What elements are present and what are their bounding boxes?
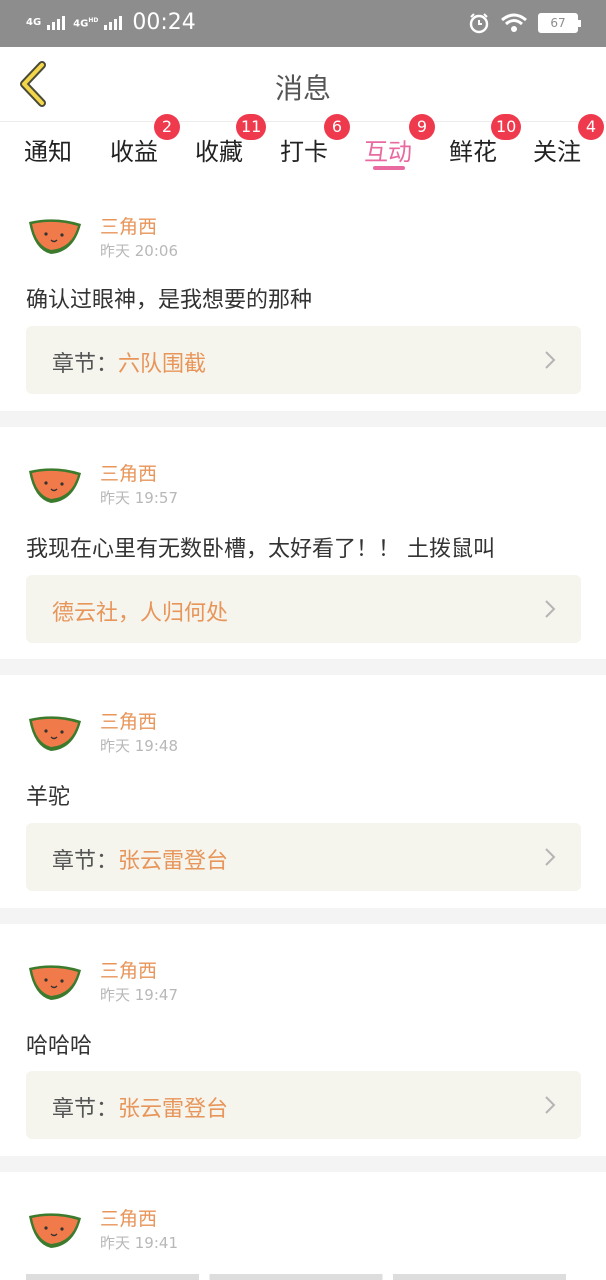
message-time: 昨天 19:57 <box>100 489 178 507</box>
list-item: 三角西 昨天 19:48 羊驼 章节：张云雷登台 <box>0 675 606 908</box>
truncated-content <box>26 1274 566 1280</box>
tab-earnings-badge: 2 <box>154 114 180 140</box>
card-prefix: 章节： <box>52 849 119 874</box>
card-prefix: 章节： <box>52 352 119 377</box>
tab-bar: 通知 收益 2 收藏 11 打卡 6 互动 9 鲜花 10 关注 4 <box>0 114 606 178</box>
tab-favorites-badge: 11 <box>236 114 267 140</box>
chapter-card[interactable]: 德云社，人归何处 <box>26 575 581 643</box>
tab-earnings[interactable]: 收益 <box>110 132 158 167</box>
username[interactable]: 三角西 <box>100 212 157 239</box>
message-text: 羊驼 <box>26 785 71 810</box>
username[interactable]: 三角西 <box>100 1204 157 1231</box>
tab-interaction[interactable]: 互动 <box>364 132 412 167</box>
list-item: 三角西 昨天 19:57 我现在心里有无数卧槽，太好看了！！ 土拨鼠叫 德云社，… <box>0 427 606 659</box>
chapter-link: 张云雷登台 <box>118 849 229 874</box>
message-time: 昨天 19:48 <box>100 737 178 755</box>
chapter-card[interactable]: 章节：张云雷登台 <box>26 1071 581 1139</box>
message-time: 昨天 19:47 <box>100 986 178 1004</box>
tab-checkin-badge: 6 <box>324 114 350 140</box>
watermelon-avatar-icon[interactable] <box>26 711 84 753</box>
message-text: 确认过眼神，是我想要的那种 <box>26 288 313 313</box>
message-time: 昨天 19:41 <box>100 1234 178 1252</box>
divider <box>0 1156 606 1172</box>
chevron-right-icon <box>545 1096 556 1114</box>
card-prefix: 章节： <box>52 1097 119 1122</box>
watermelon-avatar-icon[interactable] <box>26 960 84 1002</box>
tab-flowers-badge: 10 <box>491 114 522 140</box>
alarm-icon <box>469 13 489 34</box>
chevron-right-icon <box>545 600 556 618</box>
battery-icon: 67 <box>538 13 581 33</box>
chevron-right-icon <box>545 848 556 866</box>
message-text: 我现在心里有无数卧槽，太好看了！！ 土拨鼠叫 <box>26 537 495 562</box>
message-text: 哈哈哈 <box>26 1034 93 1059</box>
chapter-link: 德云社，人归何处 <box>52 601 229 626</box>
tab-flowers[interactable]: 鲜花 <box>449 132 497 167</box>
page-title: 消息 <box>274 72 331 105</box>
clock: 00:24 <box>132 10 196 35</box>
chapter-card[interactable]: 章节：六队围截 <box>26 326 581 394</box>
list-item: 三角西 昨天 19:47 哈哈哈 章节：张云雷登台 <box>0 924 606 1156</box>
signal-icon-2 <box>104 15 123 30</box>
message-time: 昨天 20:06 <box>100 242 178 260</box>
status-bar: 4G 4GHD 00:24 67 <box>0 0 606 47</box>
list-item: 三角西 昨天 20:06 确认过眼神，是我想要的那种 章节：六队围截 <box>0 178 606 411</box>
watermelon-avatar-icon[interactable] <box>26 463 84 505</box>
chevron-right-icon <box>545 351 556 369</box>
tab-favorites[interactable]: 收藏 <box>195 132 243 167</box>
tab-notifications[interactable]: 通知 <box>24 132 72 167</box>
divider <box>0 908 606 924</box>
tab-checkin[interactable]: 打卡 <box>280 132 328 167</box>
network-label: 4G <box>26 16 42 28</box>
list-item: 三角西 昨天 19:41 <box>0 1172 606 1280</box>
chapter-link: 六队围截 <box>118 352 207 377</box>
username[interactable]: 三角西 <box>100 459 157 486</box>
username[interactable]: 三角西 <box>100 707 157 734</box>
network-label-2: 4GHD <box>73 16 99 30</box>
tab-follow[interactable]: 关注 <box>533 132 581 167</box>
divider <box>0 659 606 675</box>
signal-icon <box>47 15 66 30</box>
chapter-card[interactable]: 章节：张云雷登台 <box>26 823 581 891</box>
watermelon-avatar-icon[interactable] <box>26 214 84 256</box>
nav-bar: 消息 <box>0 47 606 122</box>
wifi-icon <box>501 13 527 32</box>
chapter-link: 张云雷登台 <box>118 1097 229 1122</box>
active-tab-indicator <box>373 166 405 170</box>
watermelon-avatar-icon[interactable] <box>26 1208 84 1250</box>
tab-interaction-badge: 9 <box>409 114 435 140</box>
username[interactable]: 三角西 <box>100 956 157 983</box>
divider <box>0 411 606 427</box>
tab-follow-badge: 4 <box>578 114 604 140</box>
